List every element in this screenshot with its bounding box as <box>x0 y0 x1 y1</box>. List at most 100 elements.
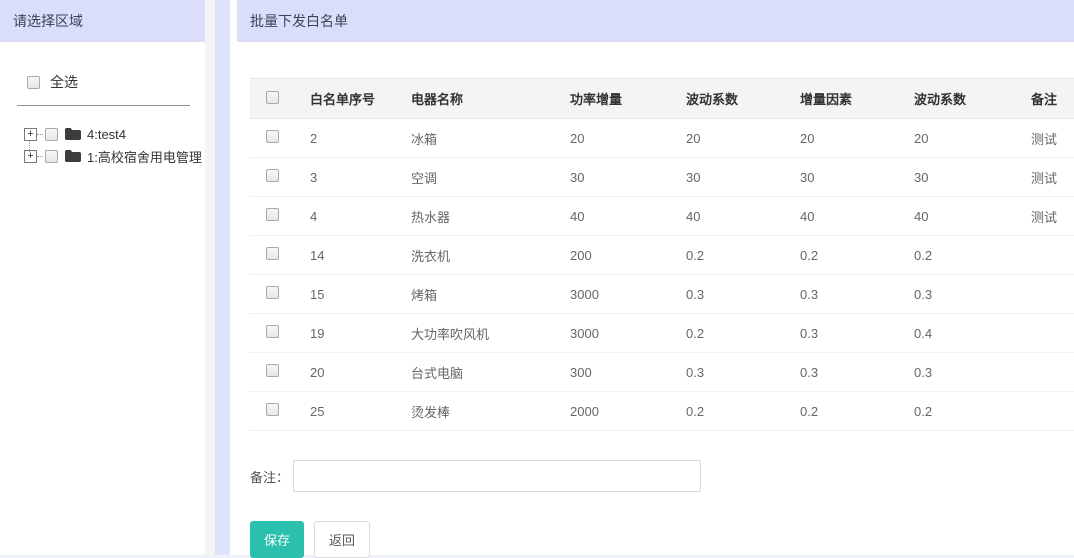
page-title: 批量下发白名单 <box>237 0 1074 42</box>
row-checkbox[interactable] <box>266 286 279 299</box>
row-checkbox-cell <box>250 353 310 392</box>
table-cell: 300 <box>570 353 686 392</box>
column-header: 功率增量 <box>570 79 686 119</box>
table-row: 25烫发棒20000.20.20.2 <box>250 392 1074 431</box>
table-row: 3空调30303030测试 <box>250 158 1074 197</box>
table-cell: 30 <box>686 158 800 197</box>
table-cell: 20 <box>570 119 686 158</box>
tree-node-checkbox[interactable] <box>45 128 58 141</box>
table-cell: 0.2 <box>914 392 1031 431</box>
table-row: 19大功率吹风机30000.20.30.4 <box>250 314 1074 353</box>
remark-label: 备注： <box>250 467 289 486</box>
sidebar-divider <box>17 105 190 106</box>
table-cell: 大功率吹风机 <box>411 314 570 353</box>
table-cell: 0.3 <box>800 314 914 353</box>
table-cell: 30 <box>570 158 686 197</box>
table-row: 20台式电脑3000.30.30.3 <box>250 353 1074 392</box>
row-checkbox[interactable] <box>266 208 279 221</box>
table-cell: 0.3 <box>914 353 1031 392</box>
tree-expand-button[interactable]: + <box>24 128 37 141</box>
table-cell: 0.2 <box>686 236 800 275</box>
table-cell: 30 <box>914 158 1031 197</box>
table-head-row: 白名单序号电器名称功率增量波动系数增量因素波动系数备注 <box>250 79 1074 119</box>
remark-input[interactable] <box>293 460 701 492</box>
table-cell: 2 <box>310 119 411 158</box>
table-row: 2冰箱20202020测试 <box>250 119 1074 158</box>
table-cell: 0.3 <box>914 275 1031 314</box>
table-cell: 台式电脑 <box>411 353 570 392</box>
column-header: 波动系数 <box>686 79 800 119</box>
table-cell: 2000 <box>570 392 686 431</box>
row-checkbox[interactable] <box>266 169 279 182</box>
table-cell <box>1031 314 1074 353</box>
table-cell: 14 <box>310 236 411 275</box>
tree-node-label[interactable]: 1:高校宿舍用电管理 <box>87 147 202 166</box>
table-cell: 烤箱 <box>411 275 570 314</box>
row-checkbox-cell <box>250 275 310 314</box>
sidebar-panel: 请选择区域 全选 +4:test4+1:高校宿舍用电管理 <box>0 0 205 555</box>
remark-row: 备注： <box>250 460 1074 492</box>
table-row: 15烤箱30000.30.30.3 <box>250 275 1074 314</box>
tree-node-checkbox[interactable] <box>45 150 58 163</box>
row-checkbox-cell <box>250 119 310 158</box>
back-button[interactable]: 返回 <box>314 521 370 558</box>
table-cell <box>1031 392 1074 431</box>
tree-node-label[interactable]: 4:test4 <box>87 127 126 142</box>
row-checkbox[interactable] <box>266 364 279 377</box>
table-cell: 0.2 <box>800 392 914 431</box>
select-all-label: 全选 <box>50 72 78 92</box>
folder-icon <box>65 128 81 140</box>
table-cell: 0.3 <box>686 353 800 392</box>
table-cell: 20 <box>686 119 800 158</box>
table-cell: 0.2 <box>686 392 800 431</box>
table-cell <box>1031 353 1074 392</box>
table-cell: 热水器 <box>411 197 570 236</box>
table-cell: 20 <box>800 119 914 158</box>
table-cell: 0.4 <box>914 314 1031 353</box>
tree-expand-button[interactable]: + <box>24 150 37 163</box>
table-cell: 测试 <box>1031 119 1074 158</box>
select-all-rows-checkbox[interactable] <box>266 91 279 104</box>
buttons-row: 保存 返回 <box>250 521 1074 558</box>
table-cell: 烫发棒 <box>411 392 570 431</box>
table-cell: 0.3 <box>800 275 914 314</box>
row-checkbox-cell <box>250 158 310 197</box>
table-cell: 空调 <box>411 158 570 197</box>
table-cell: 4 <box>310 197 411 236</box>
table-cell <box>1031 236 1074 275</box>
table-cell: 洗衣机 <box>411 236 570 275</box>
row-checkbox[interactable] <box>266 325 279 338</box>
main-panel: 批量下发白名单 白名单序号电器名称功率增量波动系数增量因素波动系数备注 2冰箱2… <box>237 0 1074 555</box>
table-cell: 20 <box>310 353 411 392</box>
table-cell: 25 <box>310 392 411 431</box>
table-cell: 0.2 <box>914 236 1031 275</box>
table-cell: 测试 <box>1031 197 1074 236</box>
table-cell: 40 <box>570 197 686 236</box>
select-all-row: 全选 <box>27 72 205 92</box>
column-header: 备注 <box>1031 79 1074 119</box>
column-header: 波动系数 <box>914 79 1031 119</box>
row-checkbox-cell <box>250 197 310 236</box>
row-checkbox[interactable] <box>266 403 279 416</box>
table-body: 2冰箱20202020测试3空调30303030测试4热水器40404040测试… <box>250 119 1074 431</box>
select-all-rows-header-cell <box>250 79 310 119</box>
table-cell: 30 <box>800 158 914 197</box>
save-button[interactable]: 保存 <box>250 521 304 558</box>
table-cell: 40 <box>800 197 914 236</box>
table-cell: 3000 <box>570 275 686 314</box>
tree-connector-dots <box>37 134 43 135</box>
table-cell: 0.3 <box>800 353 914 392</box>
row-checkbox-cell <box>250 236 310 275</box>
select-all-checkbox[interactable] <box>27 76 40 89</box>
row-checkbox[interactable] <box>266 247 279 260</box>
row-checkbox[interactable] <box>266 130 279 143</box>
table-cell: 0.2 <box>686 314 800 353</box>
table-cell: 0.2 <box>800 236 914 275</box>
table-cell: 19 <box>310 314 411 353</box>
table-cell: 40 <box>914 197 1031 236</box>
table-cell: 200 <box>570 236 686 275</box>
row-checkbox-cell <box>250 314 310 353</box>
whitelist-table: 白名单序号电器名称功率增量波动系数增量因素波动系数备注 2冰箱20202020测… <box>250 78 1074 431</box>
table-row: 4热水器40404040测试 <box>250 197 1074 236</box>
tree-item: +4:test4 <box>24 123 205 145</box>
